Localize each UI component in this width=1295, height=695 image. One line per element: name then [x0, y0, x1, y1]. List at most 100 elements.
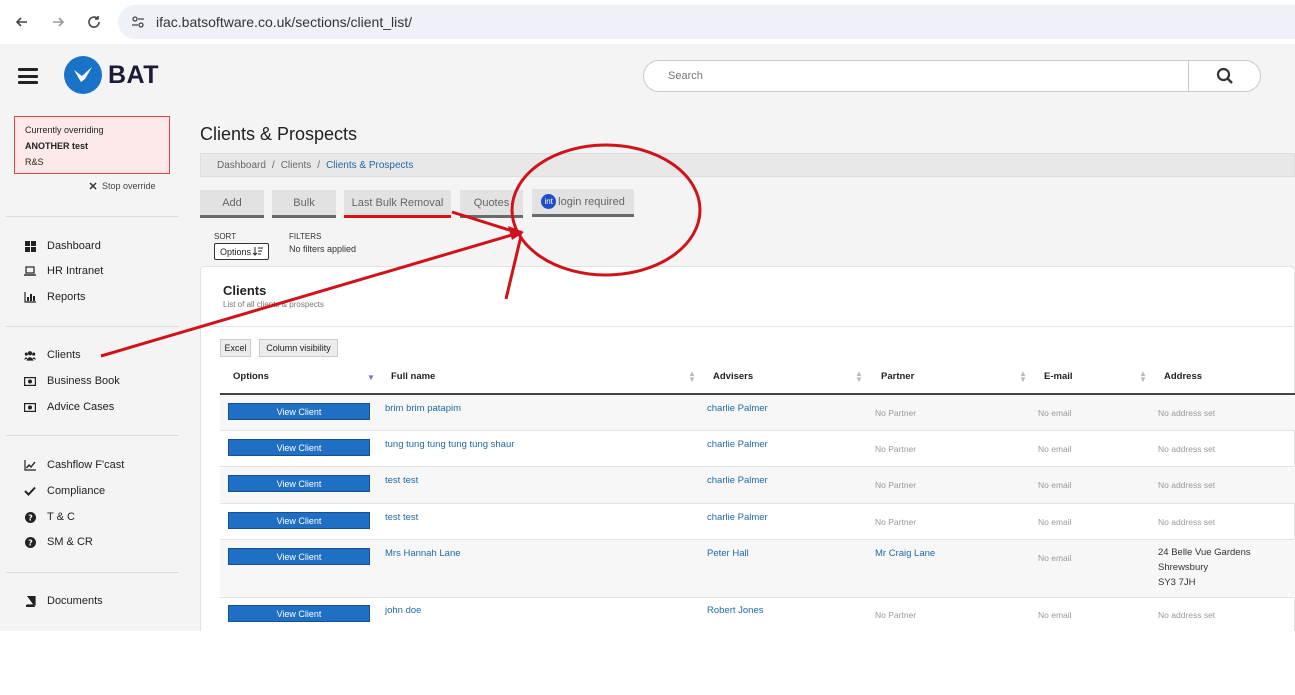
login-required-button[interactable]: int login required: [532, 189, 634, 217]
partner-value: No Partner: [875, 444, 917, 454]
sidebar-item-documents[interactable]: Documents: [24, 595, 103, 607]
sort-desc-icon[interactable]: ▼: [367, 374, 375, 382]
sidebar-item-clients[interactable]: Clients: [24, 349, 81, 361]
stop-override-link[interactable]: Stop override: [89, 181, 156, 191]
question-icon: ?: [24, 511, 36, 523]
bat-logo[interactable]: BAT: [64, 56, 159, 94]
column-visibility-button[interactable]: Column visibility: [259, 339, 338, 357]
view-client-button[interactable]: View Client: [228, 605, 370, 622]
money-icon: [24, 401, 36, 413]
add-button[interactable]: Add: [200, 190, 264, 218]
sort-options-button[interactable]: Options: [214, 243, 269, 260]
question-icon: ?: [24, 536, 36, 548]
address-value: No address set: [1158, 517, 1216, 527]
sort-both-icon[interactable]: ▲ ▼: [1019, 370, 1027, 384]
client-name-link[interactable]: test test: [385, 475, 418, 486]
search-button[interactable]: [1188, 61, 1260, 91]
sidebar-item-label: Dashboard: [47, 240, 101, 252]
sort-both-icon[interactable]: ▲ ▼: [688, 370, 696, 384]
sort-both-icon[interactable]: ▲ ▼: [855, 370, 863, 384]
view-client-button[interactable]: View Client: [228, 512, 370, 529]
breadcrumb-current: Clients & Prospects: [326, 159, 414, 171]
view-client-button[interactable]: View Client: [228, 439, 370, 456]
search-bar: [643, 60, 1261, 92]
excel-button[interactable]: Excel: [220, 339, 251, 357]
close-icon: [89, 182, 97, 190]
sidebar-item-label: T & C: [47, 511, 75, 523]
sort-options-label: Options: [219, 246, 252, 257]
adviser-link[interactable]: Peter Hall: [707, 548, 749, 559]
email-value: No email: [1038, 480, 1072, 490]
view-client-button[interactable]: View Client: [228, 475, 370, 492]
sidebar-item-advice-cases[interactable]: Advice Cases: [24, 401, 114, 413]
adviser-link[interactable]: charlie Palmer: [707, 439, 768, 450]
users-icon: [24, 349, 36, 361]
browser-toolbar: ifac.batsoftware.co.uk/sections/client_l…: [0, 0, 1295, 44]
search-icon: [1216, 67, 1233, 84]
sidebar-item-t-and-c[interactable]: ? T & C: [24, 511, 75, 523]
breadcrumb-dashboard[interactable]: Dashboard: [217, 160, 266, 171]
menu-icon[interactable]: [18, 68, 38, 84]
address-value: No address set: [1158, 610, 1216, 620]
forward-arrow-icon[interactable]: [46, 10, 70, 34]
panel-subtitle: List of all clients & prospects: [223, 300, 324, 309]
column-header-full-name[interactable]: Full name: [391, 371, 435, 382]
bar-chart-icon: [24, 291, 36, 303]
address-line: Shrewsbury: [1158, 562, 1209, 573]
quotes-button[interactable]: Quotes: [460, 190, 523, 218]
sidebar-item-label: Clients: [47, 349, 81, 361]
address-value: No address set: [1158, 480, 1216, 490]
back-arrow-icon[interactable]: [10, 10, 34, 34]
last-bulk-removal-button[interactable]: Last Bulk Removal: [344, 190, 451, 218]
search-input[interactable]: [644, 61, 1188, 91]
sidebar-item-cashflow[interactable]: Cashflow F'cast: [24, 459, 124, 471]
column-header-address[interactable]: Address: [1164, 371, 1202, 382]
sidebar-item-dashboard[interactable]: Dashboard: [24, 240, 101, 252]
column-header-options[interactable]: Options: [233, 371, 269, 382]
client-name-link[interactable]: john doe: [385, 605, 421, 616]
adviser-link[interactable]: charlie Palmer: [707, 403, 768, 414]
address-bar[interactable]: ifac.batsoftware.co.uk/sections/client_l…: [118, 5, 1295, 39]
line-chart-icon: [24, 459, 36, 471]
breadcrumb-clients[interactable]: Clients: [281, 160, 312, 171]
bat-logo-icon: [64, 56, 102, 94]
sidebar-item-business-book[interactable]: Business Book: [24, 375, 120, 387]
money-icon: [24, 375, 36, 387]
bulk-button[interactable]: Bulk: [272, 190, 336, 218]
svg-text:?: ?: [28, 513, 33, 522]
adviser-link[interactable]: charlie Palmer: [707, 475, 768, 486]
sidebar-item-label: Compliance: [47, 485, 106, 497]
sidebar-item-sm-cr[interactable]: ? SM & CR: [24, 536, 93, 548]
column-header-email[interactable]: E-mail: [1044, 371, 1073, 382]
sidebar-divider: [6, 216, 179, 217]
url-text: ifac.batsoftware.co.uk/sections/client_l…: [156, 14, 413, 30]
client-name-link[interactable]: tung tung tung tung tung shaur: [385, 439, 514, 450]
sidebar-item-compliance[interactable]: Compliance: [24, 485, 105, 497]
sidebar-item-hr-intranet[interactable]: HR Intranet: [24, 265, 103, 277]
adviser-link[interactable]: Robert Jones: [707, 605, 764, 616]
adviser-link[interactable]: charlie Palmer: [707, 512, 768, 523]
client-name-link[interactable]: Mrs Hannah Lane: [385, 548, 461, 559]
reload-icon[interactable]: [82, 10, 106, 34]
sidebar-item-label: Reports: [47, 291, 86, 303]
partner-value: No Partner: [875, 480, 917, 490]
column-header-partner[interactable]: Partner: [881, 371, 914, 382]
login-required-label: login required: [558, 195, 625, 208]
client-name-link[interactable]: brim brim patapim: [385, 403, 461, 414]
override-line2: ANOTHER test: [25, 141, 89, 151]
laptop-icon: [24, 265, 36, 277]
sidebar-item-reports[interactable]: Reports: [24, 291, 86, 303]
sidebar-item-label: Cashflow F'cast: [47, 459, 125, 471]
site-settings-icon[interactable]: [130, 14, 146, 30]
table-row: View Client brim brim patapim charlie Pa…: [220, 395, 1295, 431]
client-name-link[interactable]: test test: [385, 512, 418, 523]
partner-link[interactable]: Mr Craig Lane: [875, 548, 935, 559]
view-client-button[interactable]: View Client: [228, 548, 370, 565]
column-header-advisers[interactable]: Advisers: [713, 371, 753, 382]
address-value: No address set: [1158, 408, 1216, 418]
table-row: View Client test test charlie Palmer No …: [220, 504, 1295, 540]
sort-both-icon[interactable]: ▲ ▼: [1139, 370, 1147, 384]
filters-label: FILTERS: [289, 232, 322, 241]
sidebar-item-label: Documents: [47, 595, 103, 607]
view-client-button[interactable]: View Client: [228, 403, 370, 420]
